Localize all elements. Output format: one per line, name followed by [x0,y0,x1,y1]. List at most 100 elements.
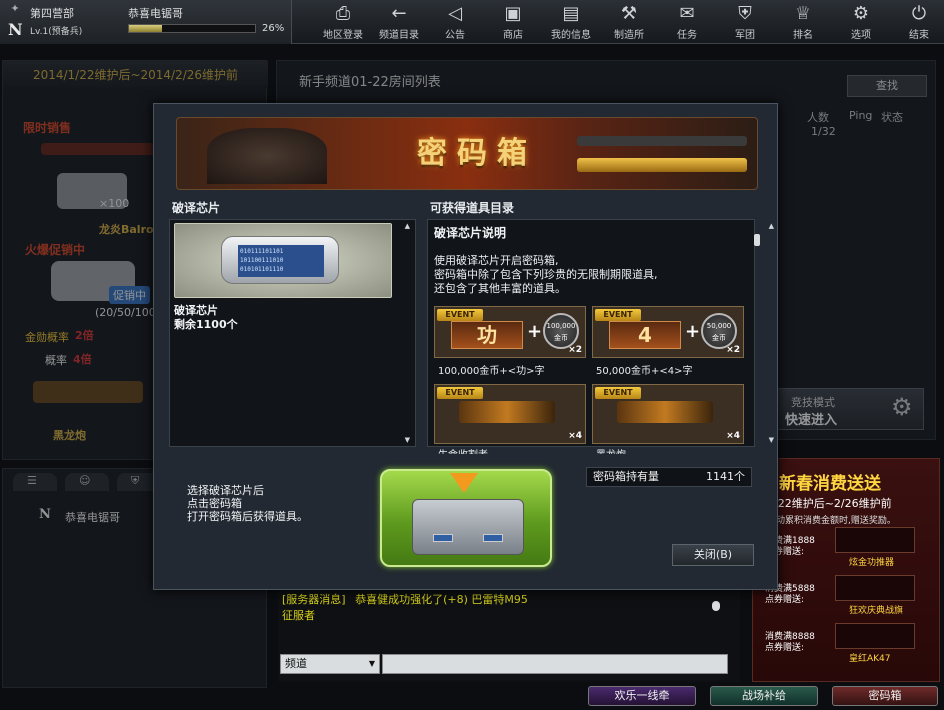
top-navigation-bar: ✦ 第四营部 N Lv.1(预备兵) 恭喜电锯哥 26% ⎙ 地区登录 ← 频道目录 ◁… [0,0,944,44]
chat-scroll-thumb[interactable] [712,601,720,611]
xp-percent: 26% [262,23,285,34]
happy-link-button[interactable]: 欢乐一线牵 [588,686,696,706]
prize-item[interactable]: EVENT ×4 [592,384,744,444]
nav-label: 选项 [851,30,871,41]
rate-label: 概率 [45,354,67,367]
trophy-icon: ♕ [794,3,812,24]
prize-multiplier: ×4 [568,431,582,441]
player-unit: 第四营部 [30,7,74,20]
decrypt-chip-item[interactable]: 010111101101 101100111010 010101101110 [174,223,392,298]
reward-image [835,623,915,649]
list-icon: ☰ [27,474,37,487]
promo-numbers: (20/50/100 [95,306,156,319]
hot-sale-label: 火爆促销中 [25,243,86,257]
tier-gift: 点券赠送: [765,595,805,605]
nav-trophy-button[interactable]: ♕ 排名 [776,0,830,44]
weapon-image [459,401,555,423]
nav-workshop-button[interactable]: ⚒ 制造所 [602,0,656,44]
prize-label: 50,000金币+<4>字 [596,366,693,377]
nav-gear-button[interactable]: ⚙ 选项 [834,0,888,44]
rifle-image [41,143,161,155]
desc-text: 使用破译芯片开启密码箱, 密码箱中除了包含下列珍贵的无限制期限道具, 还包含了其他丰… [434,254,744,296]
search-button[interactable]: 查找 [847,75,927,97]
prize-multiplier: ×2 [568,345,582,355]
event-badge: EVENT [595,387,641,399]
promo-desc: 活动累积消费金额时,赠送奖励。 [767,516,896,526]
back-arrow-icon: ← [391,3,407,24]
nav-label: 商店 [503,30,523,41]
nav-login-button[interactable]: ⎙ 地区登录 [316,0,370,44]
battle-supply-button[interactable]: 战场补给 [710,686,818,706]
coin-amount: 100,000 [546,322,576,330]
box-lock-icon [483,534,503,542]
reward-name: 皇红AK47 [849,654,891,664]
prize-multiplier: ×2 [726,345,740,355]
reward-image [835,527,915,553]
nav-shop-button[interactable]: ▣ 商店 [486,0,540,44]
hold-label: 密码箱持有量 [593,470,659,483]
quick-join-button[interactable]: 竞技模式 快速进入 ⚙ [754,388,924,430]
scroll-down-icon[interactable]: ▼ [405,436,410,444]
gear-icon[interactable]: ⚙ [891,393,913,421]
down-arrow-icon [450,473,478,493]
plus-icon: + [527,321,543,342]
reward-name: 狂欢庆典战旗 [849,606,904,616]
scroll-up-icon[interactable]: ▲ [405,222,410,230]
legion-icon: ⛨ [131,474,140,487]
nav-back-arrow-button[interactable]: ← 频道目录 [372,0,426,44]
hold-value: 1141个 [706,470,745,483]
nav-power-button[interactable]: ⏻ 结束 [892,0,944,44]
nav-label: 频道目录 [379,30,419,41]
chip-qty: ×100 [99,197,130,210]
nav-ticket-button[interactable]: ✉ 任务 [660,0,714,44]
friend-name[interactable]: 恭喜电锯哥 [65,509,120,525]
prize-item[interactable]: EVENT 4 +50,000 金币 ×2 [592,306,744,358]
prize-label: 100,000金币+<功>字 [438,366,545,377]
tier-gift: 点券赠送: [765,643,805,653]
player-name: 恭喜电锯哥 [128,7,183,20]
prize-multiplier: ×4 [726,431,740,441]
nav-label: 结束 [909,30,929,41]
hold-count-bar: 密码箱持有量 1141个 [586,467,752,487]
login-icon: ⎙ [335,3,351,24]
soldiers-image [207,128,327,184]
chat-input[interactable] [382,654,728,674]
prize-item[interactable]: EVENT ×4 [434,384,586,444]
system-message-cont: 征服者 [282,609,315,622]
system-message: 恭喜健成功强化了(+8) 巴雷特M95 [355,593,528,606]
gun-name: 黑龙炮 [53,429,86,442]
nav-profile-card-button[interactable]: ▤ 我的信息 [544,0,598,44]
close-button[interactable]: 关闭(B) [672,544,754,566]
prize-label: 生命收割者 [438,446,488,454]
banner-title: 密码箱 [417,136,537,171]
password-box-button[interactable]: 密码箱 [832,686,938,706]
nav-speaker-button[interactable]: ◁ 公告 [428,0,482,44]
friend-list-tab[interactable]: ☰ [13,473,57,491]
box-lock-icon [433,534,453,542]
password-box-banner: 密码箱 [176,117,758,190]
reward-name: 炫金功推器 [849,558,895,568]
catalog-scroll-thumb[interactable] [754,234,760,246]
scroll-up-icon[interactable]: ▲ [769,222,774,230]
nav-label: 军团 [735,30,755,41]
open-password-box-button[interactable] [380,469,552,567]
password-box-dialog: 密码箱 破译芯片 可获得道具目录 010111101101 1011001110… [153,103,778,590]
desc-line: 使用破译芯片开启密码箱, [434,254,559,267]
nav-legion-button[interactable]: ⛨ 军团 [718,0,772,44]
prize-glyph: 4 [609,321,681,349]
scroll-down-icon[interactable]: ▼ [769,436,774,444]
group-tab[interactable]: ☺ [65,473,109,491]
instruction-line: 选择破译芯片后 [187,484,264,497]
xp-progress-fill [129,25,162,32]
desc-line: 密码箱中除了包含下列珍贵的无限制期限道具, [434,268,658,281]
instruction-line: 打开密码箱后获得道具。 [187,510,308,523]
items-catalog: 破译芯片说明 使用破译芯片开启密码箱, 密码箱中除了包含下列珍贵的无限制期限道具,… [427,219,774,454]
friend-rank: N [39,507,51,522]
channel-select[interactable]: 频道 ▼ [280,654,380,674]
coin-unit: 金币 [554,334,568,342]
chevron-down-icon: ▼ [368,659,375,668]
desc-line: 还包含了其他丰富的道具。 [434,282,566,295]
items-section-title: 可获得道具目录 [430,201,515,215]
coin-amount: 50,000 [706,322,732,330]
prize-item[interactable]: EVENT 功 +100,000 金币 ×2 [434,306,586,358]
